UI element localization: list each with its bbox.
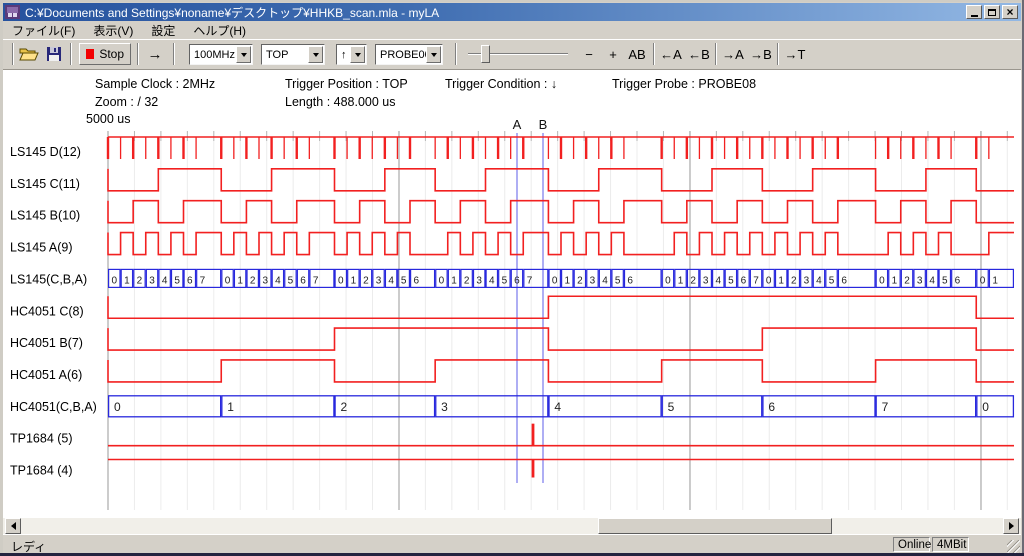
window-border — [0, 0, 3, 556]
toolbar-separator — [455, 43, 457, 65]
combo-dropdown-button[interactable] — [426, 46, 441, 63]
close-icon: × — [1006, 7, 1013, 17]
menu-settings[interactable]: 設定 — [142, 20, 184, 41]
minimize-button[interactable] — [966, 5, 982, 19]
combo-dropdown-button[interactable] — [308, 46, 323, 63]
scroll-right-button[interactable] — [1003, 518, 1019, 534]
trigger-probe-combo[interactable]: PROBE00 — [375, 44, 443, 65]
zoom-out-button[interactable]: − — [579, 43, 599, 65]
maximize-button[interactable] — [984, 5, 1000, 19]
waveform-client-area — [3, 68, 1021, 518]
arrow-right-icon — [1009, 522, 1014, 530]
chevron-down-icon — [431, 53, 437, 57]
stop-button[interactable]: Stop — [79, 43, 131, 65]
goto-cursor-b-left-button[interactable]: ←B — [686, 43, 712, 65]
scroll-left-button[interactable] — [5, 518, 21, 534]
sample-clock-info: Sample Clock : 2MHz — [95, 77, 215, 91]
trigger-position-value: TOP — [262, 49, 308, 61]
toolbar-separator — [173, 43, 175, 65]
status-online-badge: Online — [893, 537, 930, 552]
title-bar[interactable]: C:¥Documents and Settings¥noname¥デスクトップ¥… — [3, 3, 1021, 21]
run-button[interactable]: → — [142, 43, 168, 65]
zoom-in-button[interactable]: + — [603, 43, 623, 65]
arrow-left-icon — [11, 522, 16, 530]
toolbar: Stop → 100MHz TOP ↑ PROBE00 − + AB ←A ←B — [3, 39, 1021, 70]
status-memory-badge: 4MBit — [932, 537, 969, 552]
zoom-info: Zoom : / 32 — [95, 95, 158, 109]
open-file-button[interactable] — [18, 43, 40, 65]
chevron-down-icon — [313, 53, 319, 57]
menu-view[interactable]: 表示(V) — [84, 20, 142, 41]
length-info: Length : 488.000 us — [285, 95, 396, 109]
toolbar-separator — [137, 43, 139, 65]
toolbar-separator — [70, 43, 72, 65]
stop-icon — [86, 49, 94, 59]
menu-bar: ファイル(F) 表示(V) 設定 ヘルプ(H) — [3, 21, 1021, 39]
trigger-edge-value: ↑ — [337, 49, 350, 61]
trigger-condition-info: Trigger Condition : ↓ — [445, 77, 557, 91]
chevron-down-icon — [241, 53, 247, 57]
save-button[interactable] — [44, 43, 64, 65]
toolbar-separator — [715, 43, 717, 65]
sample-clock-value: 100MHz — [190, 49, 236, 61]
combo-dropdown-button[interactable] — [236, 46, 251, 63]
goto-cursor-b-right-button[interactable]: →B — [748, 43, 774, 65]
time-origin-label: 5000 us — [86, 112, 130, 126]
trigger-edge-combo[interactable]: ↑ — [336, 44, 367, 65]
menu-file[interactable]: ファイル(F) — [3, 20, 84, 41]
horizontal-scrollbar[interactable] — [3, 518, 1021, 534]
trigger-position-combo[interactable]: TOP — [261, 44, 325, 65]
app-icon — [5, 4, 21, 20]
toolbar-separator — [777, 43, 779, 65]
trigger-probe-info: Trigger Probe : PROBE08 — [612, 77, 756, 91]
toolbar-separator — [653, 43, 655, 65]
open-folder-icon — [19, 46, 39, 62]
close-button[interactable]: × — [1002, 5, 1018, 19]
save-floppy-icon — [46, 46, 62, 62]
trigger-probe-value: PROBE00 — [376, 49, 426, 61]
goto-cursor-a-left-button[interactable]: ←A — [658, 43, 684, 65]
minimize-icon — [971, 15, 978, 17]
status-bar: レディ Online 4MBit — [3, 534, 1021, 554]
scrollbar-thumb[interactable] — [598, 518, 832, 534]
window-border — [0, 0, 1024, 2]
window-title: C:¥Documents and Settings¥noname¥デスクトップ¥… — [25, 4, 966, 21]
goto-trigger-button[interactable]: →T — [782, 43, 808, 65]
resize-grip[interactable] — [1007, 540, 1020, 553]
sample-clock-combo[interactable]: 100MHz — [189, 44, 253, 65]
menu-help[interactable]: ヘルプ(H) — [184, 20, 255, 41]
trigger-position-info: Trigger Position : TOP — [285, 77, 408, 91]
zoom-ab-button[interactable]: AB — [625, 43, 649, 65]
zoom-slider-thumb[interactable] — [481, 45, 490, 63]
maximize-icon — [988, 9, 996, 16]
goto-cursor-a-right-button[interactable]: →A — [720, 43, 746, 65]
stop-label: Stop — [99, 47, 124, 61]
chevron-down-icon — [355, 53, 361, 57]
app-window: ABLS145 D(12)LS145 C(11)LS145 B(10)LS145… — [0, 0, 1024, 556]
toolbar-separator — [12, 43, 14, 65]
combo-dropdown-button[interactable] — [350, 46, 365, 63]
